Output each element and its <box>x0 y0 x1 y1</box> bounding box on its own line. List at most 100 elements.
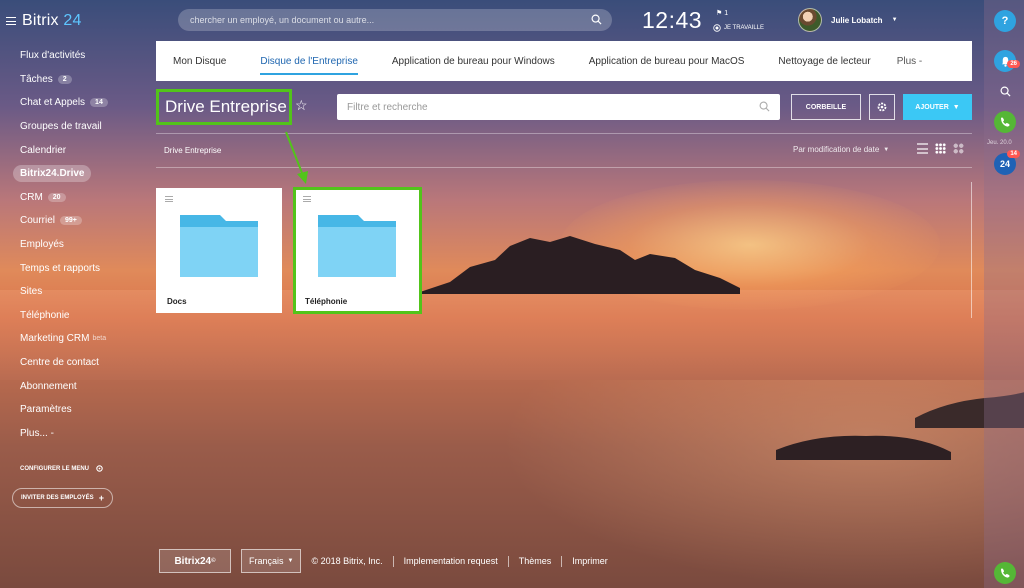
menu-icon[interactable] <box>165 196 173 202</box>
right-panel: ? 26 Jeu. 20.0 24 14 <box>984 0 1024 588</box>
sidebar-item-crm[interactable]: CRM 20 <box>0 186 145 210</box>
separator <box>392 555 394 567</box>
grid-view-icon[interactable] <box>935 143 946 154</box>
tab-drive-cleanup[interactable]: Nettoyage de lecteur <box>761 41 887 81</box>
messenger-button[interactable]: 24 14 <box>994 150 1020 175</box>
sidebar-item-contact-center[interactable]: Centre de contact <box>0 351 145 375</box>
star-icon[interactable]: ☆ <box>295 97 308 114</box>
plus-icon: + <box>98 493 104 503</box>
filter-placeholder: Filtre et recherche <box>347 101 428 113</box>
search-icon[interactable] <box>591 14 602 25</box>
gear-icon <box>96 465 103 472</box>
language-label: Français <box>249 556 284 566</box>
tab-my-disk[interactable]: Mon Disque <box>156 41 243 81</box>
count-badge: 14 <box>90 98 108 108</box>
footer-link-print[interactable]: Imprimer <box>572 556 608 566</box>
sidebar-item-chat[interactable]: Chat et Appels 14 <box>0 91 145 115</box>
folder-card-docs[interactable]: Docs <box>156 188 282 313</box>
sidebar-item-employees[interactable]: Employés <box>0 233 145 257</box>
sidebar-item-more[interactable]: Plus... - <box>0 422 145 446</box>
separator <box>507 555 509 567</box>
divider <box>156 167 972 168</box>
separator <box>561 555 563 567</box>
phone-icon <box>1001 568 1010 578</box>
menu-icon[interactable] <box>6 17 16 25</box>
tab-label: Nettoyage de lecteur <box>778 55 871 67</box>
gear-icon <box>877 102 887 112</box>
tab-windows-app[interactable]: Application de bureau pour Windows <box>375 41 572 81</box>
sidebar-item-mail[interactable]: Courriel 99+ <box>0 209 145 233</box>
sidebar-item-tasks[interactable]: Tâches 2 <box>0 68 145 92</box>
sidebar-item-subscription[interactable]: Abonnement <box>0 374 145 398</box>
date-label: Jeu. 20.0 <box>987 140 1012 146</box>
configure-menu-button[interactable]: CONFIGURER LE MENU <box>20 464 104 473</box>
search-icon[interactable] <box>759 101 770 112</box>
scrollbar[interactable] <box>971 182 972 318</box>
flag-count[interactable]: ⚑ 1 <box>716 9 728 17</box>
sidebar-item-label: Courriel <box>20 215 56 227</box>
rocks-background <box>420 236 740 294</box>
sidebar-item-label: Temps et rapports <box>20 262 101 274</box>
add-button[interactable]: AJOUTER ▼ <box>903 94 972 120</box>
panel-search-button[interactable] <box>994 80 1016 102</box>
invite-employees-button[interactable]: INVITER DES EMPLOYÉS + <box>12 488 113 508</box>
footer-logo-text: Bitrix24 <box>174 555 212 567</box>
list-view-icon[interactable] <box>917 143 928 154</box>
sidebar-item-label: Plus... - <box>20 427 54 439</box>
sort-dropdown[interactable]: Par modification de date ▼ <box>793 145 889 154</box>
copyright-icon: © <box>211 558 216 564</box>
chevron-down-icon: ▼ <box>883 146 890 153</box>
messenger-icon: 24 <box>999 159 1010 169</box>
search-placeholder: chercher un employé, un document ou autr… <box>190 15 375 25</box>
count-badge: 2 <box>57 74 72 84</box>
breadcrumb-item: Drive Entreprise <box>164 146 222 155</box>
trash-button[interactable]: CORBEILLE <box>791 94 861 120</box>
menu-icon[interactable] <box>303 196 311 202</box>
sidebar-item-label: Abonnement <box>20 380 77 392</box>
footer-link-implementation[interactable]: Implementation request <box>404 556 498 566</box>
sidebar-item-marketing[interactable]: Marketing CRM beta <box>0 327 145 351</box>
app-logo[interactable]: Bitrix 24 <box>6 12 82 30</box>
configure-menu-label: CONFIGURER LE MENU <box>20 465 89 472</box>
sort-label: Par modification de date <box>793 145 880 154</box>
count-badge: 20 <box>47 192 66 202</box>
call-button[interactable] <box>994 111 1016 133</box>
sidebar-item-drive[interactable]: Bitrix24.Drive <box>0 162 145 186</box>
filter-search-input[interactable]: Filtre et recherche <box>337 94 780 120</box>
tab-company-disk[interactable]: Disque de l'Entreprise <box>243 41 375 81</box>
sidebar-item-activity[interactable]: Flux d'activités <box>0 44 145 68</box>
help-button[interactable]: ? <box>994 10 1016 32</box>
sidebar-item-label: Tâches <box>20 73 53 85</box>
annotation-arrow <box>285 131 308 184</box>
footer-link-themes[interactable]: Thèmes <box>519 556 552 566</box>
call-button-bottom[interactable] <box>994 562 1016 584</box>
notifications-button[interactable]: 26 <box>994 50 1020 72</box>
language-select[interactable]: Français ▼ <box>241 549 302 573</box>
sidebar-item-label: Employés <box>20 239 64 251</box>
sidebar-item-label: CRM <box>20 191 43 203</box>
sidebar-item-telephony[interactable]: Téléphonie <box>0 304 145 328</box>
tab-label: Disque de l'Entreprise <box>260 55 358 67</box>
folder-name: Téléphonie <box>305 297 348 306</box>
divider <box>156 133 972 134</box>
phone-icon <box>1001 117 1010 127</box>
sidebar-item-sites[interactable]: Sites <box>0 280 145 304</box>
sidebar-item-workgroups[interactable]: Groupes de travail <box>0 115 145 139</box>
user-menu[interactable]: Julie Lobatch ▼ <box>798 8 898 32</box>
sidebar-item-label: Marketing CRM <box>20 333 90 345</box>
work-status[interactable]: JE TRAVAILLE <box>713 24 764 32</box>
global-search-input[interactable]: chercher un employé, un document ou autr… <box>178 9 612 31</box>
copyright-text: © 2018 Bitrix, Inc. <box>311 556 383 566</box>
tiles-view-icon[interactable] <box>953 143 964 154</box>
sidebar-item-calendar[interactable]: Calendrier <box>0 138 145 162</box>
tab-more[interactable]: Plus - <box>888 41 940 81</box>
breadcrumb[interactable]: Drive Entreprise <box>164 146 221 155</box>
footer-logo[interactable]: Bitrix24 © <box>159 549 231 573</box>
avatar[interactable] <box>798 8 822 32</box>
tab-macos-app[interactable]: Application de bureau pour MacOS <box>572 41 762 81</box>
sidebar-item-settings[interactable]: Paramètres <box>0 398 145 422</box>
folder-card-telephony[interactable]: Téléphonie <box>293 187 422 314</box>
sidebar-item-time-reports[interactable]: Temps et rapports <box>0 256 145 280</box>
settings-button[interactable] <box>869 94 895 120</box>
sidebar-item-label: Téléphonie <box>20 309 70 321</box>
